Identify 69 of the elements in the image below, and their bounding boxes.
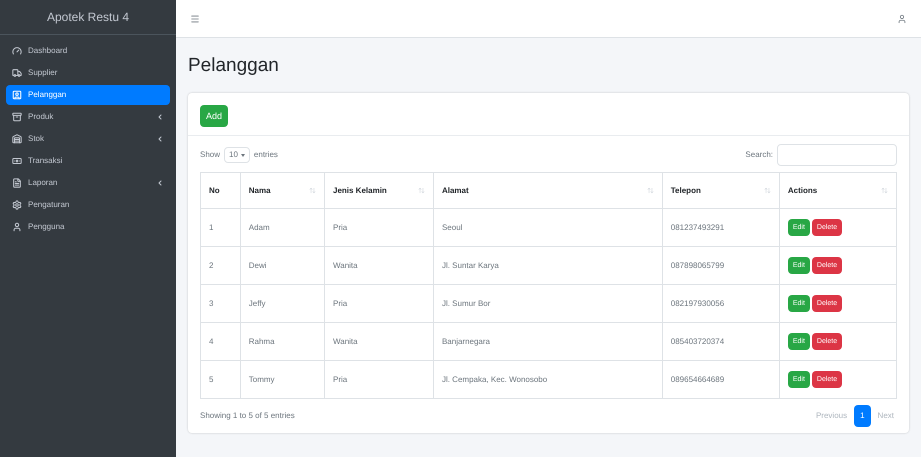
table-cell: Jl. Suntar Karya xyxy=(433,246,662,285)
sidebar-item[interactable]: Dashboard xyxy=(6,41,170,61)
table-cell: Pria xyxy=(324,208,434,247)
table-cell: Jl. Sumur Bor xyxy=(433,284,662,323)
table-cell: Wanita xyxy=(324,322,434,361)
box-icon xyxy=(12,112,22,122)
sidebar-item[interactable]: Transaksi xyxy=(6,151,170,171)
table-cell: Pria xyxy=(324,284,434,323)
table-cell: Dewi xyxy=(240,246,324,285)
table-info: Showing 1 to 5 of 5 entries xyxy=(200,410,295,422)
document-icon xyxy=(12,178,22,188)
column-header[interactable]: Telepon xyxy=(662,172,780,209)
column-header[interactable]: Jenis Kelamin xyxy=(324,172,434,209)
warehouse-icon xyxy=(12,134,22,144)
table-cell: 3 xyxy=(200,284,240,323)
show-label: Show xyxy=(200,149,220,162)
sort-icon xyxy=(881,187,888,194)
sidebar-item[interactable]: Stok xyxy=(6,129,170,149)
sort-icon xyxy=(418,187,425,194)
table-cell: 089654664689 xyxy=(662,360,780,399)
column-header[interactable]: Alamat xyxy=(433,172,662,209)
column-header[interactable]: Actions xyxy=(779,172,896,209)
page-size-select[interactable]: 10 xyxy=(224,147,250,164)
user-icon[interactable] xyxy=(897,14,907,24)
user-card-icon xyxy=(12,90,22,100)
chevron-icon xyxy=(156,113,164,121)
search-field[interactable] xyxy=(777,144,897,166)
table-cell: 085403720374 xyxy=(662,322,780,361)
sidebar-item[interactable]: Laporan xyxy=(6,173,170,193)
brand-title: Apotek Restu 4 xyxy=(46,9,130,26)
gauge-icon xyxy=(12,46,22,56)
table-cell: 5 xyxy=(200,360,240,399)
sort-icon xyxy=(764,187,771,194)
chevron-icon xyxy=(156,179,164,187)
truck-icon xyxy=(12,68,22,78)
banknote-icon xyxy=(12,156,22,166)
sidebar-item[interactable]: Pengguna xyxy=(6,217,170,237)
pagination-button[interactable]: 1 xyxy=(854,405,871,428)
table-cell: Pria xyxy=(324,360,434,399)
sidebar-item[interactable]: Supplier xyxy=(6,63,170,83)
table-cell: Rahma xyxy=(240,322,324,361)
table-cell: Jeffy xyxy=(240,284,324,323)
chevron-icon xyxy=(156,135,164,143)
user-icon xyxy=(12,222,22,232)
sidebar-item[interactable]: Produk xyxy=(6,107,170,127)
sort-icon xyxy=(309,187,316,194)
table-cell: Seoul xyxy=(433,208,662,247)
sort-icon xyxy=(646,187,654,194)
table-cell: Wanita xyxy=(324,246,434,285)
column-header[interactable]: Nama xyxy=(240,172,324,209)
settings-icon xyxy=(12,200,22,210)
table-cell: Tommy xyxy=(240,360,324,399)
table-cell: 4 xyxy=(200,322,240,361)
table-cell: Banjarnegara xyxy=(433,322,662,361)
table-cell: Jl. Cempaka, Kec. Wonosobo xyxy=(433,360,662,399)
column-header[interactable]: No xyxy=(200,172,240,209)
page-title: Pelanggan xyxy=(188,54,280,78)
table-cell: Adam xyxy=(240,208,324,247)
entries-label: entries xyxy=(254,149,278,162)
table-cell: 087898065799 xyxy=(662,246,780,285)
sidebar-item[interactable]: Pengaturan xyxy=(6,195,170,215)
table-cell: 081237493291 xyxy=(662,208,780,247)
add-button[interactable]: Add xyxy=(200,105,228,128)
search-label: Search: xyxy=(745,149,773,162)
table-cell: 1 xyxy=(200,208,240,247)
table-cell: 2 xyxy=(200,246,240,285)
menu-icon[interactable] xyxy=(190,14,200,24)
sidebar-item[interactable]: Pelanggan xyxy=(6,85,170,105)
table-cell: 082197930056 xyxy=(662,284,780,323)
